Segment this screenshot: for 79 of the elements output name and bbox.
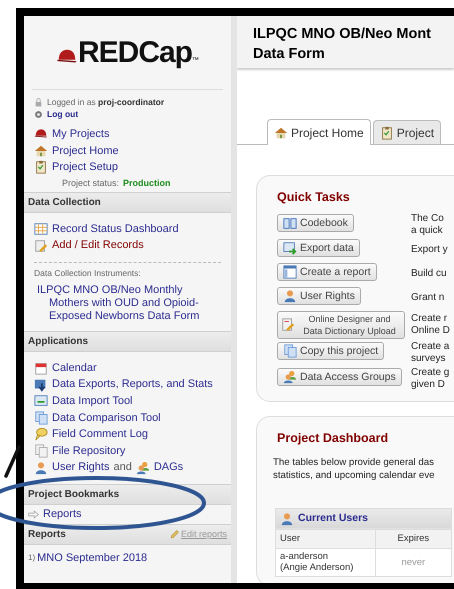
task-button[interactable]: Create a report: [277, 263, 377, 281]
group-icon: [136, 460, 150, 475]
tab[interactable]: Project Home: [267, 119, 371, 145]
user-icon: [283, 289, 297, 303]
house-icon: [34, 144, 48, 158]
speech-bubble-icon: [34, 427, 48, 442]
task-button[interactable]: Export data: [277, 239, 360, 257]
task-description: Grant n: [411, 292, 444, 304]
report-number: 1): [28, 552, 36, 564]
book-icon: [283, 216, 297, 230]
report-link[interactable]: MNO September 2018: [37, 550, 148, 566]
task-description: Export y: [411, 244, 448, 256]
calendar-icon: [34, 361, 48, 376]
grid-icon: [34, 222, 48, 236]
logo-text: REDCap: [78, 38, 192, 68]
sidebar-link[interactable]: File Repository: [52, 442, 126, 460]
page-title: ILPQC MNO OB/Neo Mont Data Form: [237, 16, 454, 68]
task-button[interactable]: Copy this project: [277, 342, 384, 360]
sidebar-link[interactable]: Calendar: [52, 360, 97, 376]
instruments-label: Data Collection Instruments:: [34, 266, 142, 280]
task-button[interactable]: Codebook: [277, 214, 354, 232]
dashboard-description: The tables below provide general das statistics, and upcoming calendar eve: [273, 456, 436, 482]
section-header: Data Collection: [28, 196, 101, 210]
card-title: Quick Tasks: [277, 189, 351, 206]
import-icon: [34, 394, 48, 408]
sidebar-link[interactable]: User Rights: [52, 459, 110, 476]
edit-form-icon: [281, 318, 295, 332]
pages-icon: [283, 344, 297, 358]
joiner-text: and: [113, 460, 132, 476]
sidebar-link[interactable]: Field Comment Log: [52, 426, 148, 443]
clipboard-icon: [34, 160, 48, 174]
nav-link[interactable]: Project Home: [52, 142, 119, 160]
pen-stroke: [4, 445, 21, 478]
task-button[interactable]: Online Designer and Data Dictionary Upload: [277, 310, 405, 339]
sidebar-link[interactable]: Data Import Tool: [52, 392, 133, 410]
report-icon: [283, 265, 297, 279]
login-status: Logged in as proj-coordinator: [47, 96, 164, 108]
table-title-text: Current Users: [298, 510, 368, 526]
task-description: Create r Online D: [411, 312, 450, 337]
user-icon: [34, 460, 48, 475]
column-header: User: [276, 529, 376, 548]
sidebar-link[interactable]: Record Status Dashboard: [52, 220, 179, 238]
arrow-icon: [28, 508, 39, 520]
table-cell: a-anderson (Angie Anderson): [276, 548, 376, 576]
export-icon: [283, 241, 297, 255]
card-title: Project Dashboard: [277, 430, 390, 447]
task-button[interactable]: User Rights: [277, 287, 361, 305]
sidebar-link[interactable]: Data Comparison Tool: [52, 410, 161, 426]
house-icon: [274, 126, 288, 140]
status-value: Production: [123, 177, 171, 190]
files-icon: [34, 444, 48, 458]
notepad-icon: [34, 238, 48, 253]
section-header: Project Bookmarks: [28, 488, 120, 502]
lock-icon: [34, 98, 43, 106]
task-description: Create a surveys: [411, 340, 450, 365]
table-cell: never: [375, 548, 452, 576]
sidebar-link[interactable]: Data Exports, Reports, and Stats: [52, 376, 213, 393]
download-icon: [34, 378, 48, 392]
sidebar-link[interactable]: Add / Edit Records: [52, 237, 144, 254]
logout-link[interactable]: Log out: [47, 108, 78, 120]
task-description: Build cu: [411, 268, 447, 280]
nav-link[interactable]: My Projects: [52, 126, 110, 143]
section-header: Applications: [28, 334, 88, 349]
sidebar-link[interactable]: DAGs: [154, 459, 184, 476]
instrument-link[interactable]: ILPQC MNO OB/Neo Monthly Mothers with OUD and Opioid-Exposed Newborns Data Form: [34, 284, 221, 323]
task-button[interactable]: Data Access Groups: [277, 368, 402, 386]
pencil-icon: [170, 530, 179, 540]
tab[interactable]: Project: [372, 120, 442, 144]
status-label: Project status:: [62, 177, 120, 190]
column-header: Expires: [375, 529, 452, 548]
pages-icon: [34, 410, 48, 425]
nav-link[interactable]: Project Setup: [52, 159, 118, 176]
clipboard-icon: [380, 126, 394, 140]
user-icon: [280, 512, 294, 526]
task-description: The Co a quick: [411, 212, 444, 237]
group-icon: [283, 370, 297, 384]
section-header: Reports: [28, 528, 66, 542]
bookmark-link[interactable]: Reports: [43, 506, 82, 522]
task-description: Create g given D: [411, 366, 450, 391]
